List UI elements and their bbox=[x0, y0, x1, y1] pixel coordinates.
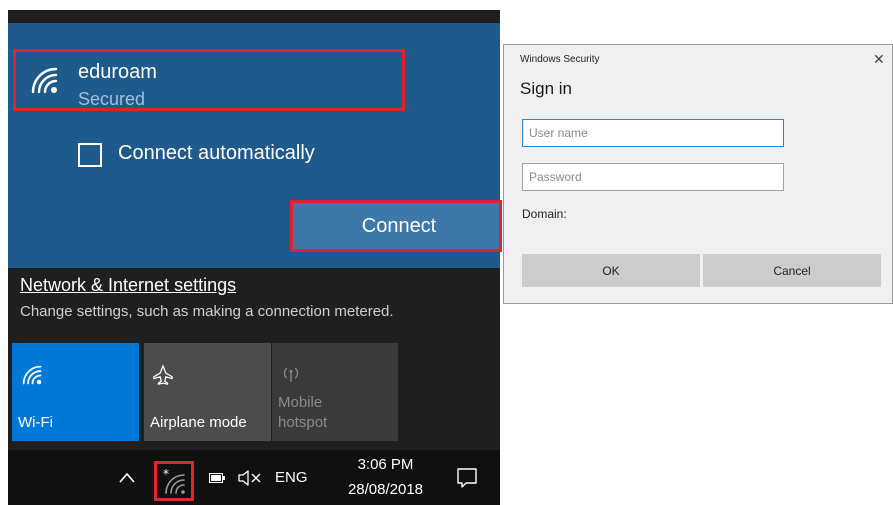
quick-action-mobile-hotspot[interactable]: Mobile hotspot bbox=[272, 343, 398, 441]
network-item-eduroam[interactable]: eduroam Secured bbox=[13, 49, 405, 111]
password-input[interactable] bbox=[522, 163, 784, 191]
show-hidden-icons-icon[interactable] bbox=[118, 470, 136, 484]
wifi-disconnected-icon: * bbox=[163, 467, 185, 494]
dialog-heading: Sign in bbox=[520, 79, 572, 98]
tile-label: Mobile hotspot bbox=[278, 394, 328, 431]
tile-label: Wi-Fi bbox=[18, 414, 53, 431]
clock-date[interactable]: 28/08/2018 bbox=[338, 481, 433, 498]
ok-button[interactable]: OK bbox=[522, 254, 700, 287]
battery-icon[interactable] bbox=[209, 473, 225, 483]
network-settings-description: Change settings, such as making a connec… bbox=[20, 303, 394, 320]
network-settings-link[interactable]: Network & Internet settings bbox=[20, 275, 236, 296]
network-ssid: eduroam bbox=[78, 61, 157, 83]
svg-text:*: * bbox=[163, 467, 169, 481]
network-security-status: Secured bbox=[78, 89, 146, 109]
taskbar: * ENG 3:06 PM 28/08/2018 bbox=[8, 450, 500, 505]
tray-network-button[interactable]: * bbox=[154, 461, 194, 501]
wifi-icon bbox=[22, 365, 42, 385]
selected-network-panel: eduroam Secured Connect automatically Co… bbox=[8, 23, 502, 268]
windows-security-dialog: Windows Security ✕ Sign in Domain: OK Ca… bbox=[503, 44, 893, 304]
action-center-icon[interactable] bbox=[456, 467, 478, 489]
volume-muted-icon[interactable] bbox=[237, 469, 263, 487]
network-flyout: eduroam Secured Connect automatically Co… bbox=[8, 10, 502, 505]
quick-action-airplane-mode[interactable]: Airplane mode bbox=[144, 343, 271, 441]
dialog-window-title: Windows Security bbox=[520, 54, 600, 65]
username-input[interactable] bbox=[522, 119, 784, 147]
close-icon[interactable]: ✕ bbox=[873, 51, 885, 68]
hotspot-icon bbox=[283, 367, 299, 382]
domain-label: Domain: bbox=[522, 207, 567, 221]
cancel-button[interactable]: Cancel bbox=[703, 254, 881, 287]
connect-button[interactable]: Connect bbox=[290, 200, 502, 252]
tile-label: Airplane mode bbox=[150, 414, 247, 431]
quick-action-wifi[interactable]: Wi-Fi bbox=[12, 343, 139, 441]
clock-time[interactable]: 3:06 PM bbox=[343, 456, 428, 473]
airplane-icon bbox=[153, 365, 173, 385]
connect-automatically-checkbox[interactable] bbox=[78, 143, 102, 167]
wifi-icon bbox=[31, 67, 58, 94]
connect-automatically-label: Connect automatically bbox=[118, 142, 315, 164]
input-language-indicator[interactable]: ENG bbox=[275, 469, 308, 486]
